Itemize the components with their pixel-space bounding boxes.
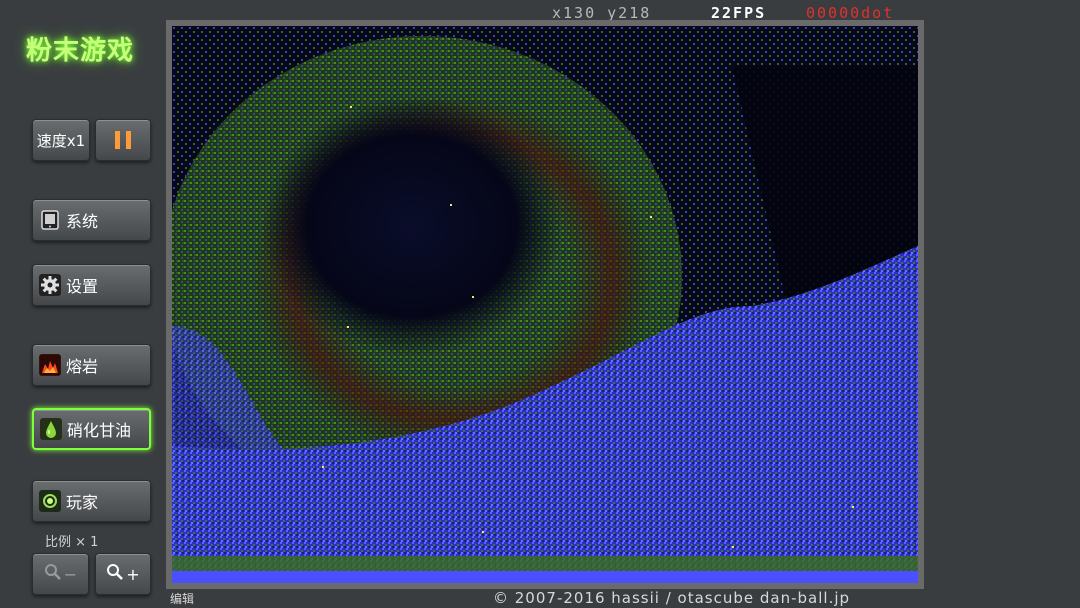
element-button-nitroglycerin[interactable]: 硝化甘油 [32,408,151,450]
element-label-lava: 熔岩 [66,357,99,376]
magnifier-icon [44,563,62,585]
player-icon [39,490,61,512]
tablet-icon [39,209,61,231]
pause-icon [112,131,134,149]
edit-label: 编辑 [170,592,195,606]
zoom-out-label: − [63,564,78,584]
element-button-lava[interactable]: 熔岩 [32,344,151,386]
pause-button[interactable] [95,119,151,161]
element-label-nitroglycerin: 硝化甘油 [67,421,132,440]
settings-button[interactable]: 设置 [32,264,151,306]
speed-button[interactable]: 速度x1 [32,119,90,161]
element-label-player: 玩家 [66,493,99,512]
element-button-player[interactable]: 玩家 [32,480,151,522]
system-label: 系统 [66,212,99,231]
particle-field [172,26,918,583]
copyright-text: © 2007-2016 hassii / otascube dan-ball.j… [493,589,851,607]
magnifier-icon [106,563,124,585]
lava-icon [39,354,61,376]
simulation-frame [166,20,924,589]
zoom-out-button[interactable]: − [32,553,89,595]
simulation-canvas[interactable] [172,26,918,583]
nitro-drop-icon [40,418,62,440]
zoom-in-button[interactable]: + [95,553,151,595]
settings-label: 设置 [66,277,99,296]
scale-label: 比例 × 1 [45,535,99,550]
app-title: 粉末游戏 [26,36,135,66]
gear-icon [39,274,61,296]
speed-label: 速度x1 [36,131,86,150]
zoom-in-label: + [126,564,140,584]
system-button[interactable]: 系统 [32,199,151,241]
